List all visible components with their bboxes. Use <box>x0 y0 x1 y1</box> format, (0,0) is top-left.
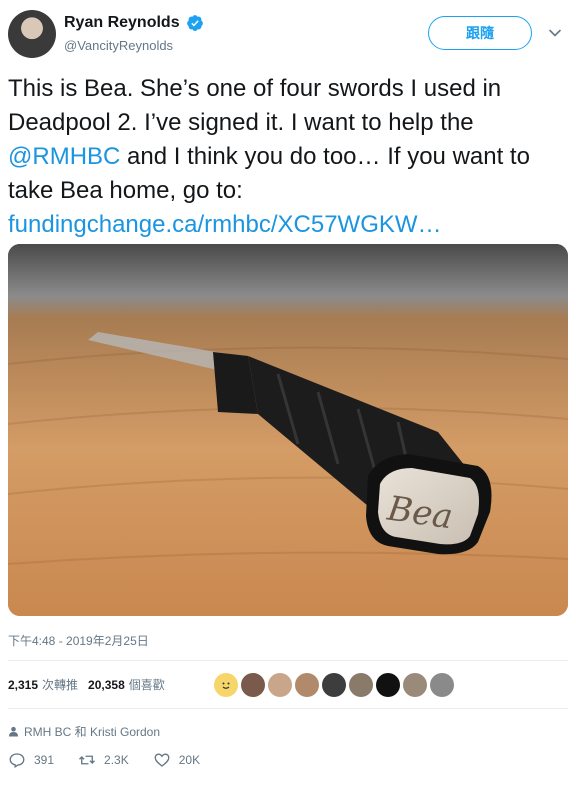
retweet-action[interactable]: 2.3K <box>78 751 129 769</box>
tweet-text: This is Bea. She’s one of four swords I … <box>8 72 568 242</box>
reply-icon[interactable] <box>8 751 26 769</box>
mention-link[interactable]: @RMHBC <box>8 143 120 170</box>
social-context-text[interactable]: RMH BC 和 Kristi Gordon <box>24 723 160 740</box>
sword-photo: Bea <box>8 244 568 616</box>
reply-action[interactable]: 391 <box>8 751 54 769</box>
follow-button[interactable]: 跟隨 <box>428 16 532 50</box>
liker-avatars <box>214 673 454 697</box>
retweets-count: 2,315 <box>8 678 39 692</box>
like-action[interactable]: 20K <box>153 751 200 769</box>
avatar[interactable] <box>8 10 56 58</box>
retweet-count: 2.3K <box>104 753 129 767</box>
likes-count: 20,358 <box>88 678 125 692</box>
user-handle[interactable]: @VancityReynolds <box>64 38 173 53</box>
smiley-icon <box>222 682 230 689</box>
engagement-stats: 2,315 次轉推 20,358 個喜歡 <box>8 676 175 693</box>
likes-stat[interactable]: 20,358 個喜歡 <box>88 676 165 693</box>
name-row: Ryan Reynolds <box>64 14 204 32</box>
liker-avatar[interactable] <box>214 673 238 697</box>
liker-avatar[interactable] <box>268 673 292 697</box>
tweet-timestamp[interactable]: 下午4:48 - 2019年2月25日 <box>8 632 149 649</box>
tweet-image[interactable]: Bea <box>8 244 568 616</box>
funding-link[interactable]: fundingchange.ca/rmhbc/XC57WGKW… <box>8 211 442 238</box>
liker-avatar[interactable] <box>403 673 427 697</box>
retweets-label: 次轉推 <box>42 678 79 692</box>
liker-avatar[interactable] <box>349 673 373 697</box>
verified-badge-icon <box>186 15 203 31</box>
tweet-text-part1: This is Bea. She’s one of four swords I … <box>8 75 502 136</box>
liker-avatar[interactable] <box>241 673 265 697</box>
retweet-icon[interactable] <box>78 751 96 769</box>
chevron-down-icon[interactable] <box>548 26 562 40</box>
divider <box>8 708 568 709</box>
liker-avatar[interactable] <box>322 673 346 697</box>
tweet-header: Ryan Reynolds @VancityReynolds 跟隨 <box>0 0 576 64</box>
divider <box>8 660 568 661</box>
user-name[interactable]: Ryan Reynolds <box>64 14 180 32</box>
reply-count: 391 <box>34 753 55 767</box>
retweets-stat[interactable]: 2,315 次轉推 <box>8 676 78 693</box>
likes-label: 個喜歡 <box>128 678 165 692</box>
liker-avatar[interactable] <box>430 673 454 697</box>
liker-avatar[interactable] <box>376 673 400 697</box>
social-context: RMH BC 和 Kristi Gordon <box>8 723 160 740</box>
like-count: 20K <box>178 753 201 767</box>
heart-icon[interactable] <box>153 751 171 769</box>
tweet-actions: 391 2.3K 20K <box>8 751 224 769</box>
liker-avatar[interactable] <box>295 673 319 697</box>
person-icon <box>8 726 19 737</box>
